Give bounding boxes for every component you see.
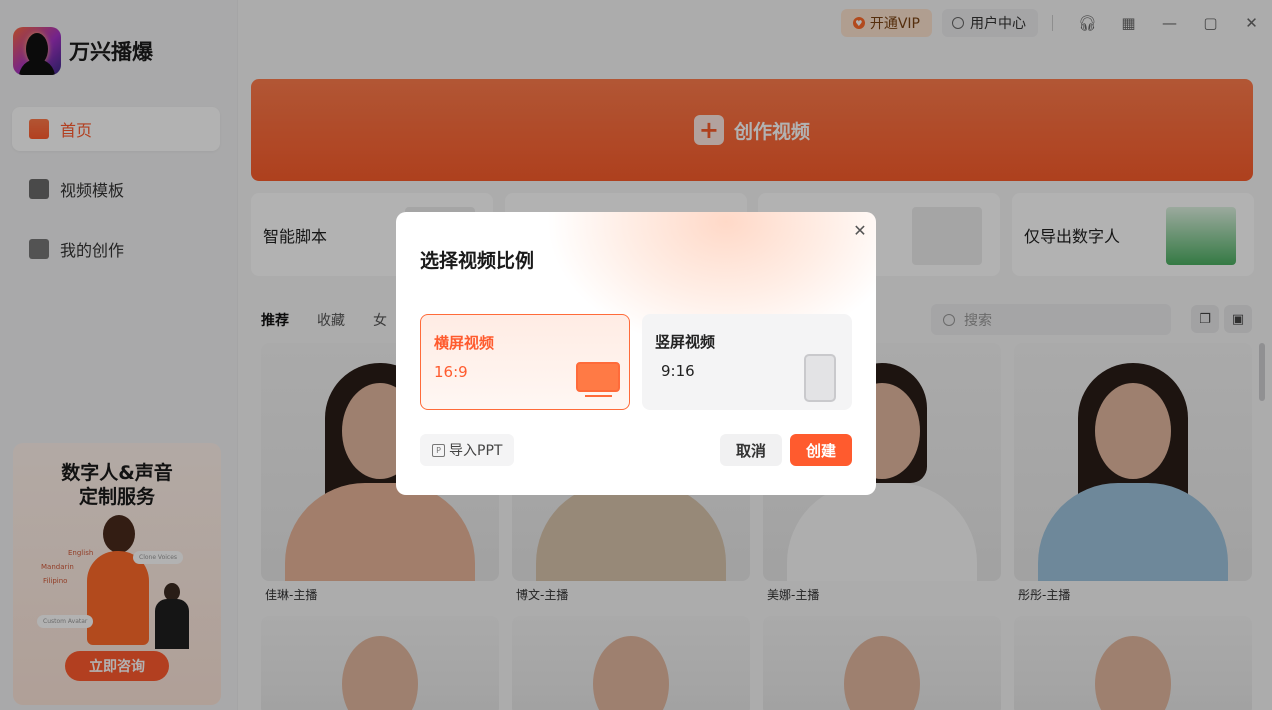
dialog-title: 选择视频比例	[420, 250, 535, 272]
ratio-option-landscape[interactable]: 横屏视频 16:9	[420, 314, 630, 410]
ratio-option-portrait[interactable]: 竖屏视频 9:16	[642, 314, 852, 410]
monitor-icon	[576, 362, 620, 392]
aspect-ratio-dialog: 选择视频比例 ✕ 横屏视频 16:9 竖屏视频 9:16 P 导入PPT 取消 …	[396, 212, 876, 495]
close-icon[interactable]: ✕	[851, 221, 869, 240]
create-button[interactable]: 创建	[790, 434, 852, 466]
phone-icon	[804, 354, 836, 402]
import-ppt-button[interactable]: P 导入PPT	[420, 434, 515, 466]
ppt-icon: P	[432, 443, 445, 457]
cancel-button[interactable]: 取消	[720, 434, 782, 466]
